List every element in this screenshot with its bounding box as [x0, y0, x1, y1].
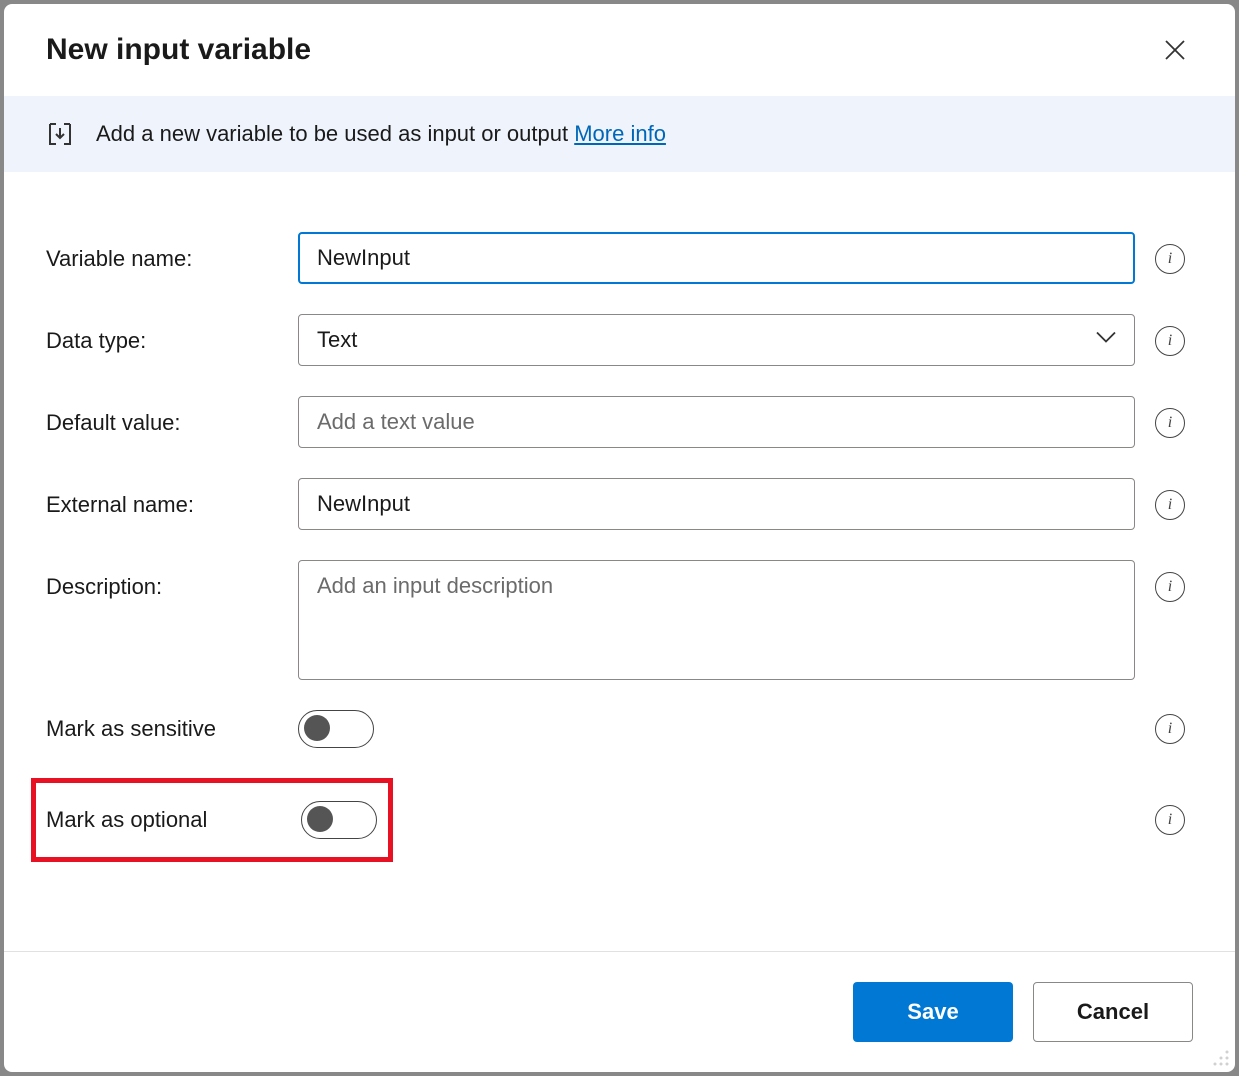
mark-sensitive-toggle[interactable]: [298, 710, 374, 748]
variable-name-row: Variable name: i: [46, 232, 1193, 284]
description-label: Description:: [46, 560, 286, 600]
data-type-info-icon[interactable]: i: [1155, 326, 1185, 356]
data-type-label: Data type:: [46, 314, 286, 354]
resize-grip-icon[interactable]: [1211, 1048, 1231, 1068]
close-icon: [1164, 39, 1186, 61]
mark-optional-toggle[interactable]: [301, 801, 377, 839]
external-name-input[interactable]: [298, 478, 1135, 530]
description-row: Description: i: [46, 560, 1193, 680]
description-info-icon[interactable]: i: [1155, 572, 1185, 602]
default-value-input[interactable]: [298, 396, 1135, 448]
input-variable-icon: [46, 120, 74, 148]
info-banner: Add a new variable to be used as input o…: [4, 96, 1235, 172]
toggle-knob: [304, 715, 330, 741]
toggle-knob: [307, 806, 333, 832]
mark-optional-highlight: Mark as optional: [31, 778, 393, 862]
variable-name-input[interactable]: [298, 232, 1135, 284]
description-input[interactable]: [298, 560, 1135, 680]
cancel-button[interactable]: Cancel: [1033, 982, 1193, 1042]
mark-optional-info-icon[interactable]: i: [1155, 805, 1185, 835]
banner-text: Add a new variable to be used as input o…: [96, 121, 666, 147]
external-name-row: External name: i: [46, 478, 1193, 530]
data-type-select[interactable]: Text: [298, 314, 1135, 366]
variable-name-info-icon[interactable]: i: [1155, 244, 1185, 274]
default-value-info-icon[interactable]: i: [1155, 408, 1185, 438]
new-input-variable-dialog: New input variable Add a new variable to…: [4, 4, 1235, 1072]
mark-sensitive-label: Mark as sensitive: [46, 716, 286, 742]
close-button[interactable]: [1157, 32, 1193, 68]
default-value-label: Default value:: [46, 396, 286, 436]
data-type-row: Data type: Text i: [46, 314, 1193, 366]
external-name-label: External name:: [46, 478, 286, 518]
dialog-header: New input variable: [4, 4, 1235, 96]
mark-sensitive-info-icon[interactable]: i: [1155, 714, 1185, 744]
mark-optional-label: Mark as optional: [46, 807, 301, 833]
variable-name-label: Variable name:: [46, 232, 286, 272]
dialog-footer: Save Cancel: [4, 951, 1235, 1072]
default-value-row: Default value: i: [46, 396, 1193, 448]
mark-optional-row: Mark as optional i: [46, 778, 1193, 862]
dialog-title: New input variable: [46, 33, 311, 67]
more-info-link[interactable]: More info: [574, 121, 666, 146]
external-name-info-icon[interactable]: i: [1155, 490, 1185, 520]
form-area: Variable name: i Data type: Text i: [4, 172, 1235, 951]
mark-sensitive-row: Mark as sensitive i: [46, 710, 1193, 748]
save-button[interactable]: Save: [853, 982, 1013, 1042]
